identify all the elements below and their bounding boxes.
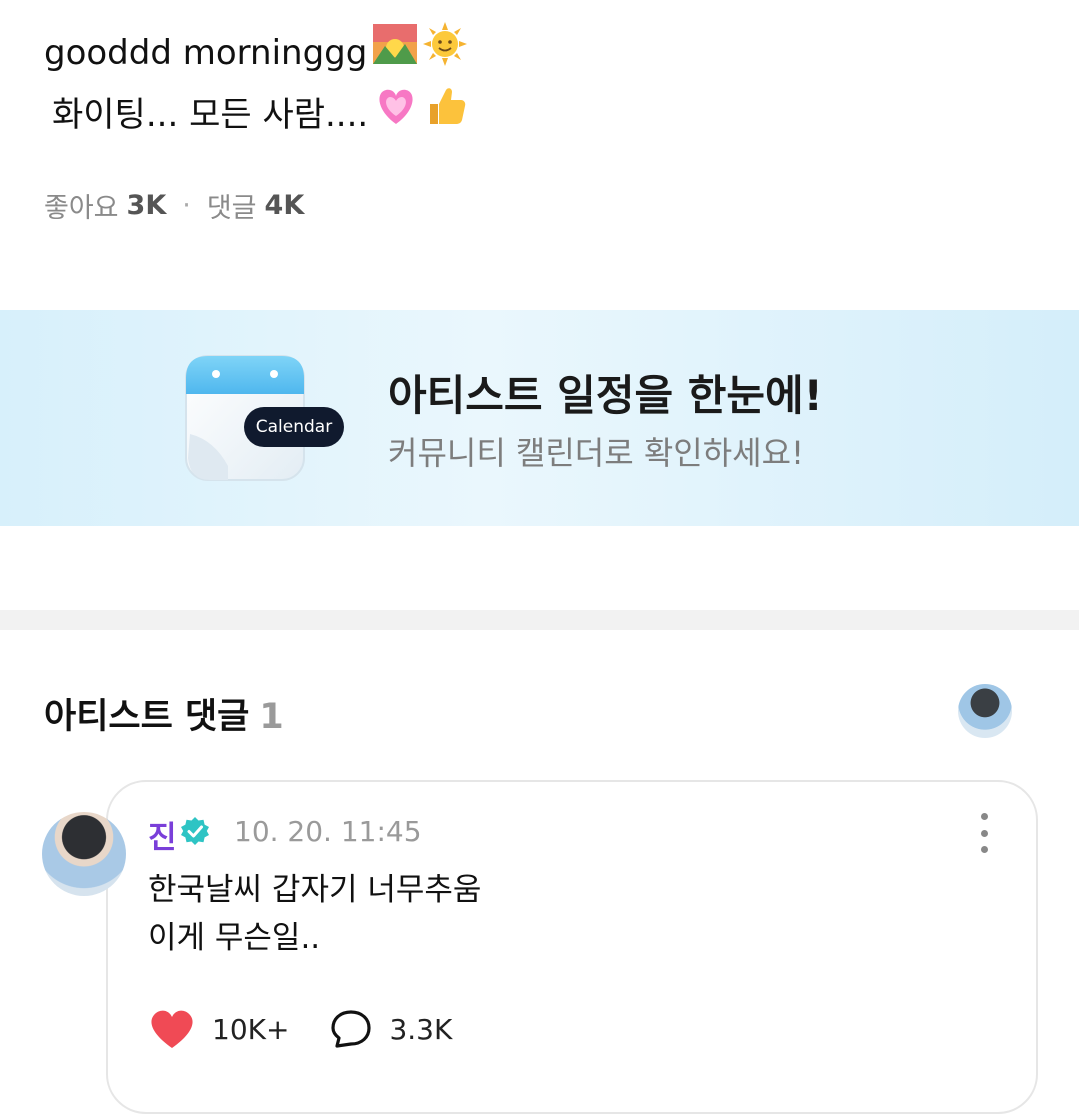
post-stats: 좋아요 3K · 댓글 4K	[44, 186, 304, 225]
sun-with-face-emoji	[423, 22, 468, 84]
comment-line-1: 한국날씨 갑자기 너무추움	[148, 872, 482, 908]
calendar-promo-banner[interactable]: Calendar 아티스트 일정을 한눈에! 커뮤니티 캘린더로 확인하세요!	[0, 310, 1079, 526]
artist-avatar-small[interactable]	[958, 684, 1012, 738]
artist-comments-title: 아티스트 댓글	[44, 697, 250, 737]
comment-text: 한국날씨 갑자기 너무추움 이게 무슨일..	[148, 866, 481, 962]
artist-comments-count: 1	[259, 697, 284, 737]
likes-label: 좋아요	[44, 193, 119, 224]
comment-bubble-icon[interactable]	[329, 1008, 373, 1050]
calendar-badge: Calendar	[244, 407, 344, 447]
banner-title: 아티스트 일정을 한눈에!	[388, 371, 823, 420]
comment-author-avatar[interactable]	[42, 812, 126, 896]
post-line-1: gooddd morninggg	[44, 22, 468, 84]
likes-count[interactable]: 3K	[127, 190, 167, 221]
post-body: gooddd morninggg 화이팅... 모든 사람....	[44, 22, 468, 146]
comment-author-name[interactable]: 진	[148, 812, 177, 857]
heart-icon[interactable]	[148, 1008, 196, 1050]
stats-separator: ·	[182, 190, 191, 221]
post-line-2: 화이팅... 모든 사람....	[44, 84, 468, 146]
comment-replies-count: 3.3K	[389, 1012, 453, 1046]
artist-comments-header: 아티스트 댓글 1	[44, 688, 284, 739]
comment-line-2: 이게 무슨일..	[148, 920, 321, 956]
post-text-line-1: gooddd morninggg	[44, 33, 368, 73]
more-options-icon[interactable]	[970, 813, 998, 853]
banner-subtitle: 커뮤니티 캘린더로 확인하세요!	[388, 434, 804, 472]
post-text-line-2: 화이팅... 모든 사람....	[52, 95, 369, 135]
thumbs-up-emoji	[424, 84, 468, 146]
comment-likes-count: 10K+	[212, 1012, 290, 1046]
comments-count[interactable]: 4K	[265, 190, 305, 221]
section-divider	[0, 610, 1079, 630]
growing-heart-emoji	[374, 86, 418, 144]
comment-actions: 10K+ 3.3K	[148, 1008, 452, 1050]
comment-timestamp: 10. 20. 11:45	[234, 815, 422, 848]
verified-badge-icon	[181, 817, 209, 845]
sunrise-over-mountains-emoji	[373, 24, 418, 82]
comments-label: 댓글	[206, 193, 257, 224]
